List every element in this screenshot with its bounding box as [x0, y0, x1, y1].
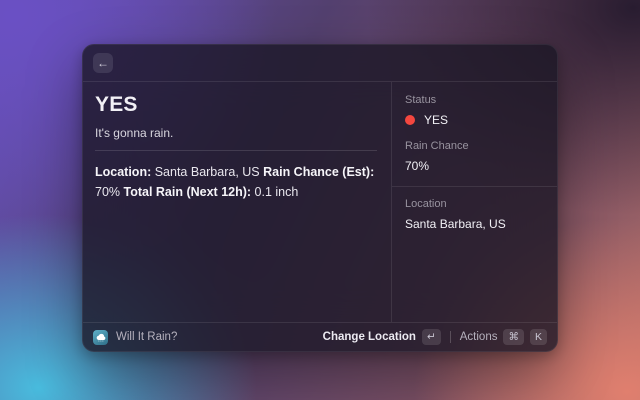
- rain-chance-text: 70%: [405, 159, 429, 173]
- location-label: Location: [405, 198, 545, 210]
- metadata-sidebar: Status YES Rain Chance 70% Location Sant…: [391, 82, 557, 322]
- status-label: Status: [405, 94, 545, 106]
- cloud-rain-icon: [93, 330, 108, 345]
- result-metadata: Location: Santa Barbara, US Rain Chance …: [95, 162, 377, 202]
- app-window: ← YES It's gonna rain. Location: Santa B…: [82, 44, 558, 352]
- meta-label-total-rain: Total Rain (Next 12h):: [124, 185, 255, 199]
- status-dot-icon: [405, 115, 415, 125]
- content-area: YES It's gonna rain. Location: Santa Bar…: [83, 82, 557, 322]
- footer-separator: [450, 331, 451, 343]
- horizontal-rule: [95, 150, 377, 151]
- main-panel: YES It's gonna rain. Location: Santa Bar…: [83, 82, 391, 322]
- result-subtitle: It's gonna rain.: [95, 126, 377, 140]
- meta-value-location: Santa Barbara, US: [155, 165, 263, 179]
- meta-label-rain-chance: Rain Chance (Est):: [263, 165, 374, 179]
- return-key-badge: ↵: [422, 329, 441, 345]
- app-name: Will It Rain?: [116, 331, 177, 343]
- sidebar-divider: [392, 186, 557, 187]
- k-key-badge: K: [530, 329, 547, 345]
- location-text: Santa Barbara, US: [405, 217, 506, 231]
- meta-label-location: Location:: [95, 165, 155, 179]
- status-value: YES: [424, 113, 448, 127]
- rain-chance-label: Rain Chance: [405, 140, 545, 152]
- actions-button[interactable]: Actions: [460, 331, 498, 343]
- result-title: YES: [95, 93, 377, 117]
- footer-bar: Will It Rain? Change Location ↵ Actions …: [83, 322, 557, 351]
- desktop-background: { "window": { "header": { "back_icon": "…: [0, 0, 640, 400]
- rain-chance-value: 70%: [405, 159, 545, 173]
- change-location-button[interactable]: Change Location: [323, 331, 416, 343]
- meta-value-rain-chance: 70%: [95, 185, 124, 199]
- window-titlebar: ←: [83, 45, 557, 82]
- status-value-row: YES: [405, 113, 545, 127]
- back-button[interactable]: ←: [93, 53, 113, 73]
- location-value: Santa Barbara, US: [405, 217, 545, 231]
- command-key-badge: ⌘: [503, 329, 524, 345]
- meta-value-total-rain: 0.1 inch: [255, 185, 299, 199]
